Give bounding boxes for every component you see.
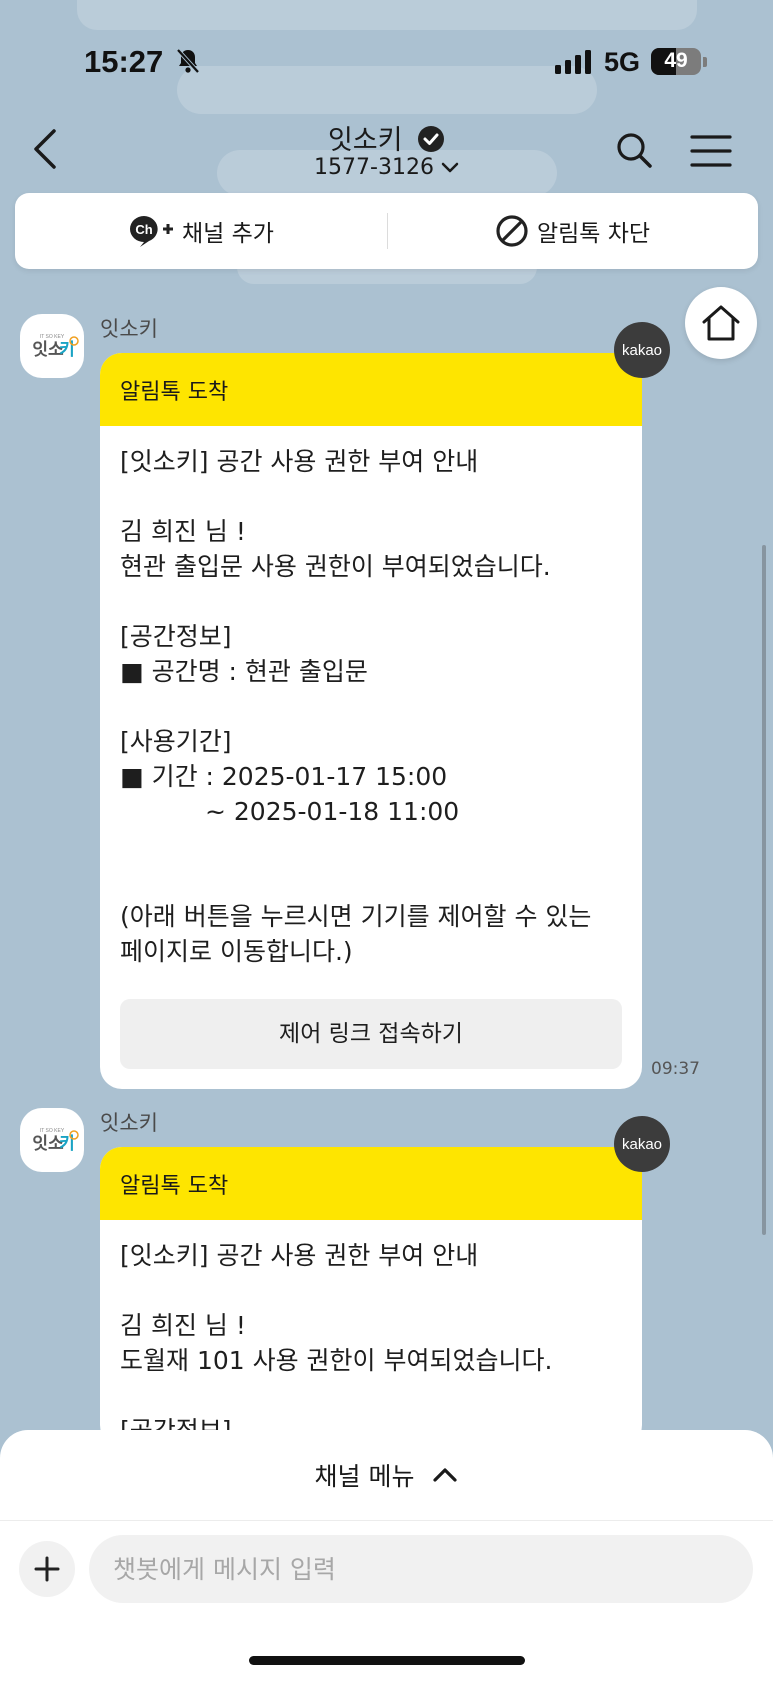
avatar[interactable]: IT SO KEY 잇소 키 — [20, 1108, 84, 1172]
channel-phone[interactable]: 1577-3126 — [0, 155, 773, 180]
channel-menu-button[interactable]: 채널 메뉴 — [0, 1430, 773, 1520]
message-line — [120, 1273, 622, 1308]
message-line — [120, 584, 622, 619]
message-line — [120, 864, 622, 899]
battery-cap — [703, 57, 707, 67]
phone-number: 1577-3126 — [314, 155, 434, 180]
add-channel-label: 채널 추가 — [182, 221, 274, 247]
control-link-button[interactable]: 제어 링크 접속하기 — [120, 999, 622, 1069]
message-line: 김 희진 님 ! — [120, 517, 246, 546]
message-line — [120, 829, 622, 864]
message-line: ■ 공간명 : 현관 출입문 — [120, 657, 368, 686]
plus-icon — [34, 1556, 60, 1582]
message-line — [120, 689, 622, 724]
add-channel-button[interactable]: Ch 채널 추가 — [15, 193, 387, 269]
network-type: 5G — [604, 47, 641, 77]
svg-text:Ch: Ch — [135, 222, 152, 237]
message-line: 페이지로 이동합니다.) — [120, 937, 353, 966]
scrollbar[interactable] — [762, 545, 766, 1235]
attach-button[interactable] — [19, 1541, 75, 1597]
itsokey-logo-icon: IT SO KEY잇소키 — [32, 334, 79, 360]
message-line: [사용기간] — [120, 727, 232, 756]
message-header: 알림톡 도착 — [100, 1147, 642, 1220]
cellular-signal-icon — [555, 50, 593, 78]
block-alimtalk-label: 알림톡 차단 — [536, 221, 651, 247]
search-button[interactable] — [614, 130, 654, 174]
kakao-badge: kakao — [614, 322, 670, 378]
battery-icon: 49 — [651, 48, 701, 75]
alimtalk-message: 알림톡 도착 [잇소키] 공간 사용 권한 부여 안내 김 희진 님 ! 도월재… — [100, 1147, 642, 1447]
channel-action-bar: Ch 채널 추가 알림톡 차단 — [15, 193, 758, 269]
status-bar: 15:27 5G 49 — [0, 0, 773, 110]
status-time: 15:27 — [84, 44, 164, 79]
message-input[interactable] — [89, 1535, 753, 1603]
block-alimtalk-button[interactable]: 알림톡 차단 — [387, 193, 758, 269]
message-header: 알림톡 도착 — [100, 353, 642, 426]
sender-name: 잇소키 — [100, 1111, 158, 1135]
chevron-down-icon — [441, 162, 459, 173]
sender-name: 잇소키 — [100, 317, 158, 341]
message-body: [잇소키] 공간 사용 권한 부여 안내 김 희진 님 ! 현관 출입문 사용 … — [100, 426, 642, 1069]
channel-add-icon: Ch — [130, 216, 174, 247]
menu-button[interactable] — [690, 134, 732, 172]
svg-text:키: 키 — [59, 340, 75, 360]
message-line: [공간정보] — [120, 622, 232, 651]
avatar[interactable]: IT SO KEY 잇소 키 — [20, 314, 84, 378]
message-line — [120, 479, 622, 514]
itsokey-logo-icon: IT SO KEY잇소키 — [32, 1128, 79, 1154]
block-icon — [496, 215, 528, 247]
message-line — [120, 1378, 622, 1413]
message-line: ■ 기간 : 2025-01-17 15:00 — [120, 762, 448, 791]
message-line: [잇소키] 공간 사용 권한 부여 안내 — [120, 447, 479, 476]
home-icon — [702, 305, 740, 341]
divider — [0, 1520, 773, 1521]
message-time: 09:37 — [651, 1059, 700, 1079]
channel-menu-label: 채널 메뉴 — [314, 1462, 415, 1491]
home-indicator[interactable] — [249, 1656, 525, 1665]
message-line: [잇소키] 공간 사용 권한 부여 안내 — [120, 1241, 479, 1270]
home-button[interactable] — [685, 287, 757, 359]
channel-title: 잇소키 — [0, 118, 773, 160]
channel-name: 잇소키 — [327, 125, 403, 156]
message-line: 도월재 101 사용 권한이 부여되었습니다. — [120, 1346, 553, 1375]
message-line: ~ 2025-01-18 11:00 — [205, 797, 460, 826]
message-body: [잇소키] 공간 사용 권한 부여 안내 김 희진 님 ! 도월재 101 사용… — [100, 1220, 642, 1447]
kakao-badge: kakao — [614, 1116, 670, 1172]
hamburger-icon — [690, 135, 732, 167]
bell-muted-icon — [176, 48, 200, 78]
message-line: (아래 버튼을 누르시면 기기를 제어할 수 있는 — [120, 902, 592, 931]
message-line: 김 희진 님 ! — [120, 1311, 246, 1340]
svg-text:키: 키 — [59, 1134, 75, 1154]
battery-level: 49 — [664, 49, 688, 72]
search-icon — [617, 133, 652, 168]
message-line: 현관 출입문 사용 권한이 부여되었습니다. — [120, 552, 551, 581]
alimtalk-message: 알림톡 도착 [잇소키] 공간 사용 권한 부여 안내 김 희진 님 ! 현관 … — [100, 353, 642, 1089]
chevron-up-icon — [433, 1468, 458, 1482]
